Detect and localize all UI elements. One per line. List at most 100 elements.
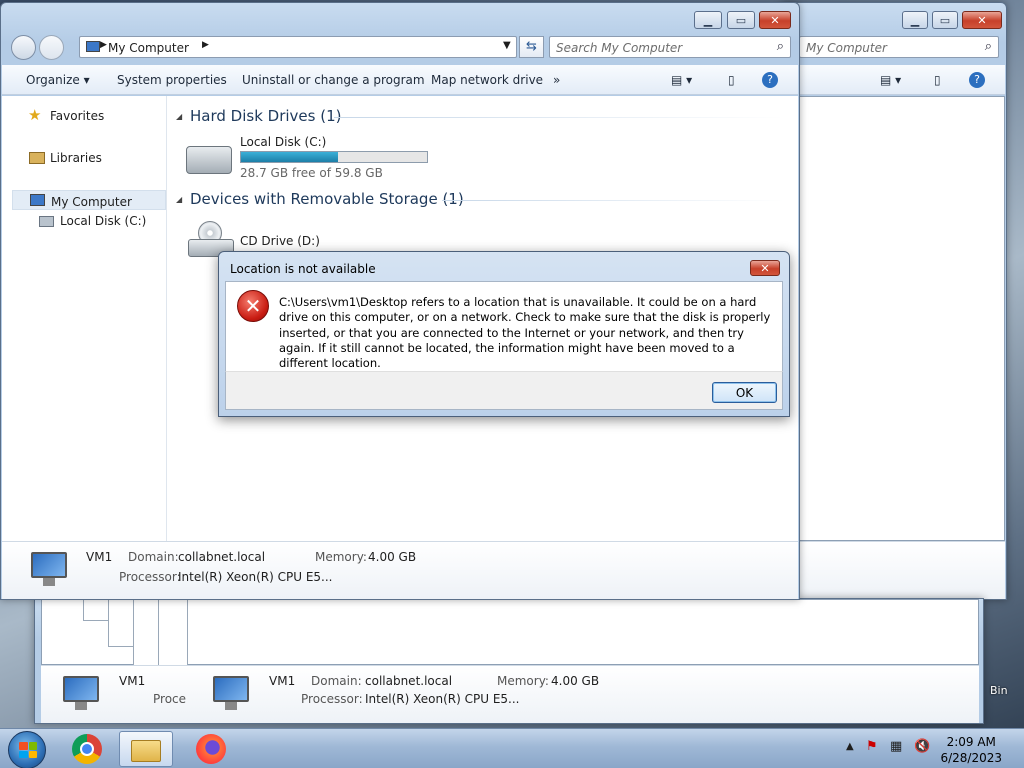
more-commands-button[interactable]: » [553,73,560,87]
domain-label: Domain: [128,550,179,564]
system-clock[interactable]: 2:09 AM 6/28/2023 [940,734,1002,766]
memory-value: 4.00 GB [551,674,600,688]
computer-name: VM1 [86,550,113,564]
drive-usage-bar [240,151,428,163]
show-hidden-icons-icon[interactable]: ▲ [846,741,854,752]
drive-label-c[interactable]: Local Disk (C:) [240,135,326,149]
dialog-close-button[interactable]: ✕ [750,260,780,276]
computer-name: VM1 [119,674,146,688]
processor-label: Processor: [119,570,181,584]
drive-label-d[interactable]: CD Drive (D:) [240,234,320,248]
organize-button[interactable]: Organize ▾ [26,73,90,87]
details-pane [782,541,1005,599]
volume-muted-icon[interactable]: 🔇 [914,739,930,754]
windows-logo-icon [19,742,37,758]
processor-label: Processor: [301,692,363,706]
action-center-icon[interactable]: ⚑ [866,739,878,754]
search-icon: ⌕ [984,39,992,54]
refresh-button[interactable]: ⇆ [519,36,544,58]
chrome-icon [72,734,102,764]
nav-item-my-computer[interactable]: My Computer [12,190,166,210]
uninstall-program-button[interactable]: Uninstall or change a program [242,73,425,87]
breadcrumb-separator-icon: ▶ [202,40,209,50]
folder-icon [131,740,161,762]
group-hard-disks[interactable]: Hard Disk Drives (1) [190,107,341,125]
nav-item-favorites[interactable]: Favorites [50,109,104,123]
view-options-icon[interactable]: ▤ ▾ [671,73,692,87]
details-pane: VM1 Domain: collabnet.local Memory: 4.00… [2,541,798,599]
forward-button[interactable] [39,35,64,60]
dialog-title: Location is not available [230,262,376,276]
dialog-message: C:\Users\vm1\Desktop refers to a locatio… [279,295,771,371]
start-button[interactable] [8,731,46,768]
processor-label: Proce [153,692,187,706]
dialog-footer: OK [225,371,783,410]
nav-item-local-disk[interactable]: Local Disk (C:) [60,214,146,228]
favorites-star-icon: ★ [28,106,42,124]
toolbar: ▤ ▾ ▯ ? [782,65,1005,95]
command-bar: Organize ▾ System properties Uninstall o… [2,65,798,95]
search-input[interactable]: My Computer ⌕ [799,36,999,58]
memory-label: Memory: [497,674,549,688]
preview-pane-icon[interactable]: ▯ [934,73,941,87]
preview-pane-icon[interactable]: ▯ [728,73,735,87]
system-properties-button[interactable]: System properties [117,73,227,87]
map-network-drive-button[interactable]: Map network drive [431,73,543,87]
dialog-body: ✕ C:\Users\vm1\Desktop refers to a locat… [225,281,783,371]
address-dropdown-icon[interactable]: ▼ [503,40,511,51]
back-button[interactable] [11,35,36,60]
breadcrumb[interactable]: My Computer [108,41,189,55]
maximize-button[interactable]: ▭ [727,11,755,29]
background-explorer-window: ▁ ▭ ✕ My Computer ⌕ ▤ ▾ ▯ ? [780,2,1007,600]
domain-value: collabnet.local [365,674,453,688]
nav-item-libraries[interactable]: Libraries [50,151,102,165]
group-divider [334,117,784,118]
help-icon[interactable]: ? [762,72,778,88]
ok-button[interactable]: OK [712,382,777,403]
computer-name: VM1 [269,674,296,688]
details-pane: VM1 Proce VM1 Domain: collabnet.local Me… [41,665,979,723]
close-button[interactable]: ✕ [962,11,1002,29]
search-icon: ⌕ [776,39,784,54]
clock-time: 2:09 AM [946,735,996,749]
group-removable[interactable]: Devices with Removable Storage (1) [190,190,464,208]
computer-icon [27,550,71,588]
taskbar-firefox[interactable] [184,731,238,767]
minimize-button[interactable]: ▁ [902,11,928,29]
clock-date: 6/28/2023 [940,751,1002,765]
help-icon[interactable]: ? [969,72,985,88]
recycle-bin-label[interactable]: Bin [990,684,1008,697]
taskbar: ▲ ⚑ ▦ 🔇 2:09 AM 6/28/2023 [0,728,1024,768]
breadcrumb-separator-icon: ▶ [100,40,107,50]
drive-icon [39,216,54,227]
search-input[interactable]: Search My Computer ⌕ [549,36,791,58]
taskbar-chrome[interactable] [60,731,114,767]
error-dialog: Location is not available ✕ ✕ C:\Users\v… [218,251,790,417]
memory-value: 4.00 GB [368,550,417,564]
navigation-pane: ★ Favorites Libraries My Computer Local … [2,96,167,541]
computer-icon [86,41,100,52]
firefox-icon [196,734,226,764]
address-bar[interactable]: ▶ My Computer ▶ ▼ [79,36,517,58]
content-area [782,96,1005,541]
view-options-icon[interactable]: ▤ ▾ [880,73,901,87]
domain-value: collabnet.local [178,550,266,564]
maximize-button[interactable]: ▭ [932,11,958,29]
domain-label: Domain: [311,674,362,688]
background-explorer-window-2: VM1 Proce VM1 Domain: collabnet.local Me… [34,598,984,724]
processor-value: Intel(R) Xeon(R) CPU E5... [178,570,333,584]
computer-icon [209,674,253,712]
group-divider [442,200,784,201]
taskbar-explorer[interactable] [119,731,173,767]
memory-label: Memory: [315,550,367,564]
local-disk-icon [186,146,232,174]
computer-icon [59,674,103,712]
libraries-icon [29,152,45,164]
network-icon[interactable]: ▦ [890,739,902,754]
close-button[interactable]: ✕ [759,11,791,29]
collapse-arrow-icon[interactable]: ◢ [176,112,182,121]
minimize-button[interactable]: ▁ [694,11,722,29]
error-icon: ✕ [237,290,269,322]
drive-free-space: 28.7 GB free of 59.8 GB [240,166,383,180]
collapse-arrow-icon[interactable]: ◢ [176,195,182,204]
